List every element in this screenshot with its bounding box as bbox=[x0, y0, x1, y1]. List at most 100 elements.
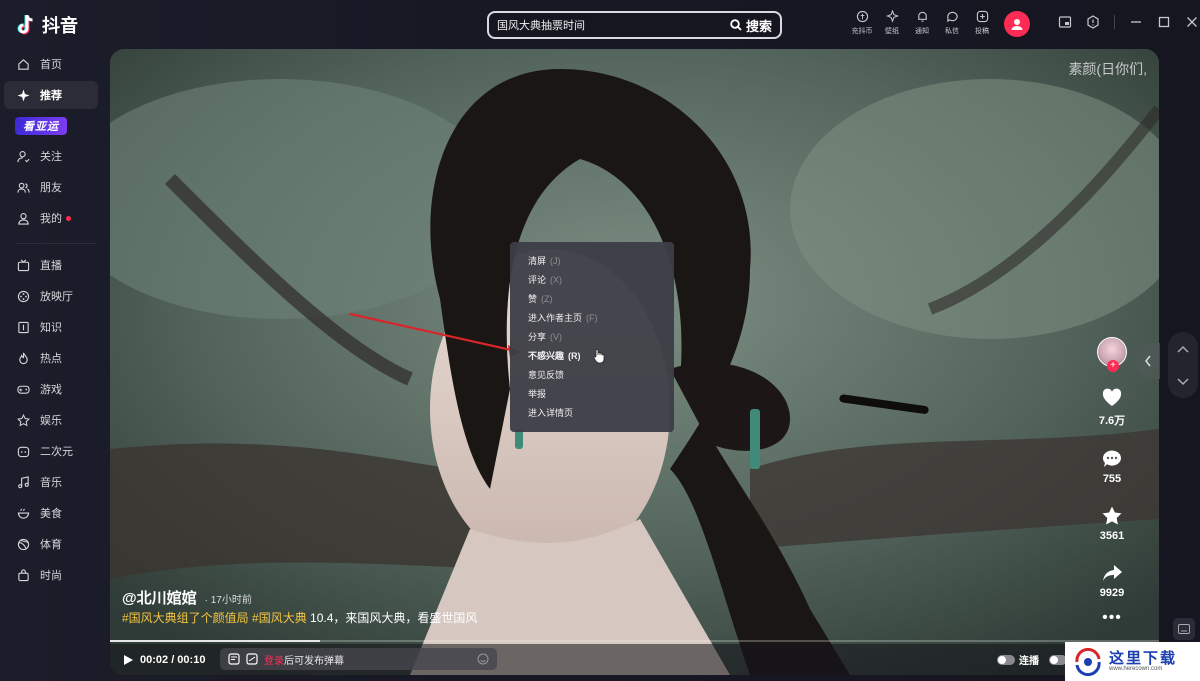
sidebar-item-follow[interactable]: 关注 bbox=[4, 142, 98, 170]
progress-bar[interactable] bbox=[110, 640, 1159, 642]
comment-count: 755 bbox=[1102, 473, 1122, 485]
app-logo[interactable]: 抖音 bbox=[16, 12, 78, 38]
more-icon[interactable]: ••• bbox=[1102, 609, 1122, 627]
sidebar-item-music[interactable]: 音乐 bbox=[4, 468, 98, 496]
music-icon bbox=[18, 475, 29, 488]
description-text: 10.4，来国风大典，看盛世国风 bbox=[306, 611, 478, 625]
menu-item-details[interactable]: 进入详情页 bbox=[510, 403, 674, 422]
danmu-toggle-icon[interactable] bbox=[246, 653, 258, 665]
menu-item-comment[interactable]: 评论 (X) bbox=[510, 270, 674, 289]
info-icon[interactable] bbox=[1086, 15, 1100, 29]
sidebar-item-label: 体育 bbox=[40, 539, 62, 551]
maximize-icon[interactable] bbox=[1157, 15, 1171, 29]
like-button[interactable]: 7.6万 bbox=[1099, 387, 1125, 428]
author-name[interactable]: @北川婠婠 bbox=[122, 587, 197, 608]
menu-item-label: 举报 bbox=[528, 389, 547, 399]
search-button[interactable]: 搜索 bbox=[722, 13, 780, 37]
danmu-input[interactable]: 登录 后可发布弹幕 bbox=[220, 648, 497, 670]
hashtag-link[interactable]: #国风大典组了个颜值局 bbox=[122, 611, 249, 625]
sidebar-item-knowledge[interactable]: 知识 bbox=[4, 313, 98, 341]
menu-item-share[interactable]: 分享 (V) bbox=[510, 327, 674, 346]
site-logo-text: 这里下载 bbox=[1109, 650, 1178, 667]
minimize-icon[interactable] bbox=[1129, 15, 1143, 29]
close-icon[interactable] bbox=[1185, 15, 1199, 29]
sidebar-item-sports[interactable]: 体育 bbox=[4, 530, 98, 558]
menu-item-like[interactable]: 赞 (Z) bbox=[510, 289, 674, 308]
video-side-actions: + 7.6万 755 3561 9929 ••• bbox=[1088, 337, 1136, 627]
tv-icon bbox=[17, 259, 30, 271]
sidebar-item-cinema[interactable]: 放映厅 bbox=[4, 282, 98, 310]
favorite-button[interactable]: 3561 bbox=[1100, 505, 1124, 542]
top-actions: 充抖币 壁纸 通知 私信 投稿 bbox=[850, 10, 994, 36]
danmu-login-link[interactable]: 登录 bbox=[264, 652, 284, 667]
window-controls bbox=[1058, 15, 1199, 29]
menu-item-feedback[interactable]: 意见反馈 bbox=[510, 365, 674, 384]
sidebar-item-games[interactable]: 游戏 bbox=[4, 375, 98, 403]
video-description: #国风大典组了个颜值局 #国风大典 10.4，来国风大典，看盛世国风 bbox=[122, 609, 477, 626]
menu-item-author-page[interactable]: 进入作者主页 (F) bbox=[510, 308, 674, 327]
sidebar-item-food[interactable]: 美食 bbox=[4, 499, 98, 527]
menu-item-report[interactable]: 举报 bbox=[510, 384, 674, 403]
help-button[interactable] bbox=[1173, 618, 1195, 640]
video-watermark: 素颜(日你们, bbox=[1068, 61, 1147, 77]
menu-item-label: 不感兴趣 bbox=[528, 351, 565, 361]
sidebar: 首页 推荐 看亚运 关注 朋友 我的 直播 放映厅 知识 热点 游戏 娱乐 二次… bbox=[0, 50, 105, 681]
menu-item-label: 进入作者主页 bbox=[528, 313, 583, 323]
video-nav-arrows bbox=[1168, 332, 1198, 398]
search-input[interactable]: 国风大典抽票时间 bbox=[497, 17, 722, 33]
author-avatar[interactable]: + bbox=[1097, 337, 1127, 372]
top-action-upload[interactable]: 投稿 bbox=[970, 10, 994, 36]
star-icon bbox=[17, 413, 30, 426]
asian-games-badge[interactable]: 看亚运 bbox=[15, 117, 67, 135]
share-icon bbox=[1102, 565, 1122, 581]
danmu-settings-icon[interactable] bbox=[228, 653, 240, 665]
top-action-label: 充抖币 bbox=[851, 28, 873, 35]
toggle-label: 连播 bbox=[1019, 656, 1039, 667]
menu-item-clear-screen[interactable]: 清屏 (J) bbox=[510, 251, 674, 270]
play-icon[interactable] bbox=[122, 654, 134, 666]
sidebar-item-hot[interactable]: 热点 bbox=[4, 344, 98, 372]
top-action-label: 通知 bbox=[915, 28, 929, 35]
book-icon bbox=[18, 321, 29, 333]
keyboard-icon bbox=[1178, 624, 1190, 634]
upload-icon bbox=[976, 10, 988, 23]
mini-player-icon[interactable] bbox=[1058, 15, 1072, 29]
chevron-up-icon[interactable] bbox=[1177, 345, 1189, 353]
sidebar-item-anime[interactable]: 二次元 bbox=[4, 437, 98, 465]
sidebar-item-fashion[interactable]: 时尚 bbox=[4, 561, 98, 589]
sidebar-item-label: 时尚 bbox=[40, 570, 62, 582]
top-action-coin[interactable]: 充抖币 bbox=[850, 10, 874, 36]
chevron-down-icon[interactable] bbox=[1177, 377, 1189, 386]
video-player[interactable]: 素颜(日你们, 清屏 (J) 评论 (X) 赞 (Z) 进入作者主页 (F) 分享 (V)… bbox=[110, 49, 1159, 675]
friends-icon bbox=[17, 182, 30, 193]
sidebar-item-entertainment[interactable]: 娱乐 bbox=[4, 406, 98, 434]
top-action-wallpaper[interactable]: 壁纸 bbox=[880, 10, 904, 36]
sidebar-item-label: 音乐 bbox=[40, 477, 62, 489]
hashtag-link[interactable]: #国风大典 bbox=[252, 611, 307, 625]
sidebar-item-label: 游戏 bbox=[40, 384, 62, 396]
emoji-icon[interactable] bbox=[477, 653, 489, 665]
sidebar-item-mine[interactable]: 我的 bbox=[4, 204, 98, 232]
sidebar-item-friends[interactable]: 朋友 bbox=[4, 173, 98, 201]
continuous-play-toggle[interactable]: 连播 bbox=[997, 652, 1039, 667]
follow-plus-icon[interactable]: + bbox=[1107, 360, 1119, 372]
film-icon bbox=[17, 290, 30, 302]
favorite-count: 3561 bbox=[1099, 530, 1125, 542]
video-author: @北川婠婠 · 17小时前 bbox=[122, 587, 252, 608]
share-button[interactable]: 9929 bbox=[1100, 562, 1124, 599]
user-avatar[interactable] bbox=[1004, 11, 1030, 37]
app-name: 抖音 bbox=[42, 16, 78, 36]
danmu-placeholder: 后可发布弹幕 bbox=[284, 655, 344, 667]
menu-item-label: 赞 bbox=[528, 294, 538, 304]
comment-button[interactable]: 755 bbox=[1101, 448, 1123, 485]
sparkle-icon bbox=[17, 88, 30, 102]
sidebar-item-recommend[interactable]: 推荐 bbox=[4, 81, 98, 109]
ball-icon bbox=[17, 538, 30, 550]
star-icon bbox=[1102, 506, 1122, 525]
site-watermark-logo: 这里下载 www.herecown.com bbox=[1065, 642, 1200, 681]
top-action-message[interactable]: 私信 bbox=[940, 10, 964, 36]
sidebar-item-home[interactable]: 首页 bbox=[4, 50, 98, 78]
top-action-notify[interactable]: 通知 bbox=[910, 10, 934, 36]
menu-item-not-interested[interactable]: 不感兴趣 (R) bbox=[510, 346, 674, 365]
sidebar-item-live[interactable]: 直播 bbox=[4, 251, 98, 279]
